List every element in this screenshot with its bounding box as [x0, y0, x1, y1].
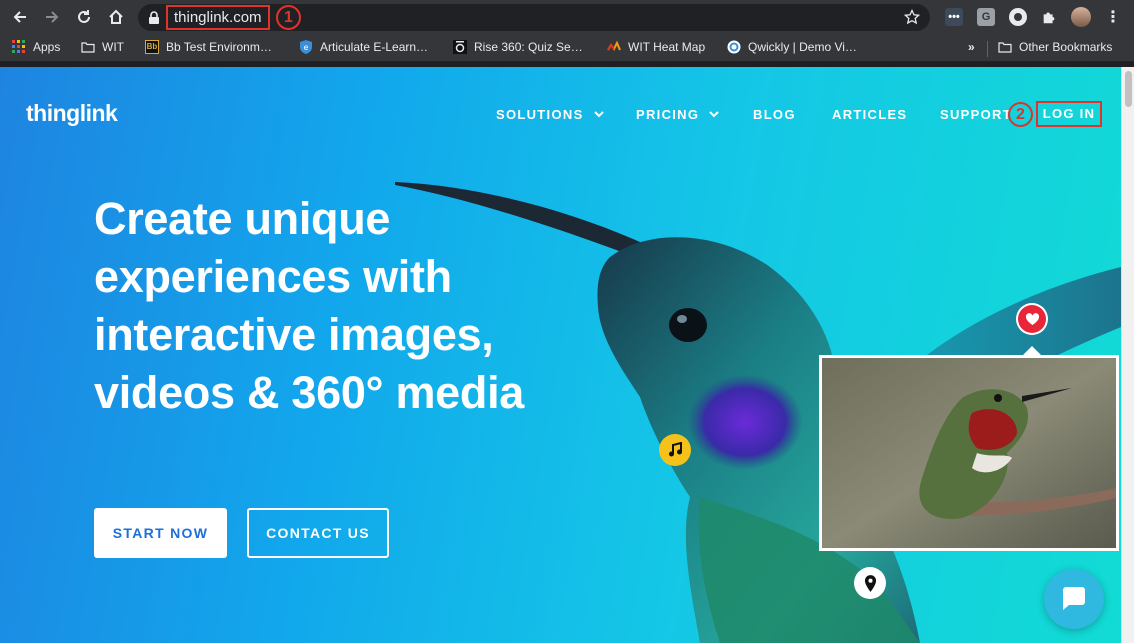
articulate-icon: e [300, 40, 312, 54]
thinglink-page: thinglink SOLUTIONS PRICING BLOG ARTICLE… [0, 67, 1121, 643]
forward-icon[interactable] [40, 5, 64, 29]
heart-hotspot[interactable] [1016, 303, 1048, 335]
music-note-icon [669, 442, 682, 457]
menu-kebab-icon[interactable]: ⋮ [1104, 8, 1122, 26]
nav-pricing[interactable]: PRICING [636, 107, 719, 122]
annotation-marker-1: 1 [276, 5, 301, 30]
bookmark-label: Articulate E-Learn… [320, 40, 429, 54]
svg-text:e: e [304, 43, 309, 52]
ruby-hummingbird-photo [822, 358, 1116, 548]
home-icon[interactable] [104, 5, 128, 29]
nav-articles[interactable]: ARTICLES [832, 107, 907, 122]
record-extension-icon[interactable] [1009, 8, 1027, 26]
chat-bubble-icon [1063, 587, 1085, 610]
nav-solutions[interactable]: SOLUTIONS [496, 107, 604, 122]
contact-us-button[interactable]: CONTACT US [247, 508, 389, 558]
bookmark-heatmap[interactable]: WIT Heat Map [607, 40, 705, 54]
bookmark-other[interactable]: Other Bookmarks [998, 40, 1112, 54]
g-extension-icon[interactable]: G [977, 8, 995, 26]
bookmark-label: Rise 360: Quiz Se… [474, 40, 583, 54]
nav-label: PRICING [636, 107, 700, 122]
location-hotspot[interactable] [854, 567, 886, 599]
heatmap-icon [607, 40, 621, 51]
hero-headline: Create unique experiences with interacti… [94, 193, 524, 418]
scroll-thumb[interactable] [1125, 71, 1132, 107]
bookmark-label: WIT Heat Map [628, 40, 706, 54]
bookmark-label: WIT [102, 40, 124, 54]
puzzle-icon[interactable] [1040, 8, 1058, 26]
image-popup[interactable] [819, 355, 1119, 551]
bookmark-articulate[interactable]: e Articulate E-Learn… [299, 40, 428, 54]
dots-extension-icon[interactable]: ••• [945, 8, 963, 26]
bookmarks-divider [987, 41, 988, 57]
address-bar[interactable]: thinglink.com [138, 4, 930, 31]
blackboard-icon: Bb [145, 40, 159, 54]
rise-icon [453, 40, 467, 54]
bookmark-apps[interactable]: Apps [12, 40, 60, 54]
heart-icon [1018, 305, 1046, 333]
reload-icon[interactable] [72, 5, 96, 29]
music-hotspot[interactable] [659, 434, 691, 466]
bookmark-label: Bb Test Environm… [166, 40, 272, 54]
thinglink-logo[interactable]: thinglink [26, 100, 118, 127]
apps-grid-icon [12, 40, 25, 53]
bookmark-label: Qwickly | Demo Vi… [748, 40, 857, 54]
annotation-marker-2: 2 [1008, 102, 1033, 127]
nav-blog[interactable]: BLOG [753, 107, 796, 122]
bookmark-label: Apps [33, 40, 61, 54]
folder-icon [998, 42, 1012, 53]
bookmarks-overflow[interactable]: » [968, 40, 975, 54]
chat-button[interactable] [1044, 569, 1104, 629]
vertical-scrollbar[interactable] [1121, 67, 1134, 643]
bookmark-bb-test[interactable]: Bb Bb Test Environm… [145, 40, 272, 54]
qwickly-icon [727, 40, 741, 54]
bookmarks-bar: Apps WIT Bb Bb Test Environm… e Articula… [0, 35, 1134, 62]
chevron-down-icon [709, 111, 719, 118]
folder-icon [81, 42, 95, 53]
nav-support[interactable]: SUPPORT [940, 107, 1012, 122]
login-link[interactable]: LOG IN [1036, 101, 1102, 127]
map-pin-icon [864, 574, 876, 592]
chevron-down-icon [593, 111, 604, 118]
bookmark-label: Other Bookmarks [1019, 40, 1113, 54]
bookmark-star-icon[interactable] [904, 9, 920, 25]
bookmark-qwickly[interactable]: Qwickly | Demo Vi… [727, 40, 857, 54]
bookmark-rise[interactable]: Rise 360: Quiz Se… [453, 40, 583, 54]
profile-avatar[interactable] [1071, 7, 1091, 27]
back-icon[interactable] [8, 5, 32, 29]
nav-label: SOLUTIONS [496, 107, 584, 122]
browser-toolbar: thinglink.com 1 ••• G ⋮ [0, 0, 1134, 35]
start-now-button[interactable]: START NOW [94, 508, 227, 558]
url-text[interactable]: thinglink.com [166, 5, 270, 30]
bookmark-wit[interactable]: WIT [81, 40, 124, 54]
lock-icon [149, 11, 159, 24]
